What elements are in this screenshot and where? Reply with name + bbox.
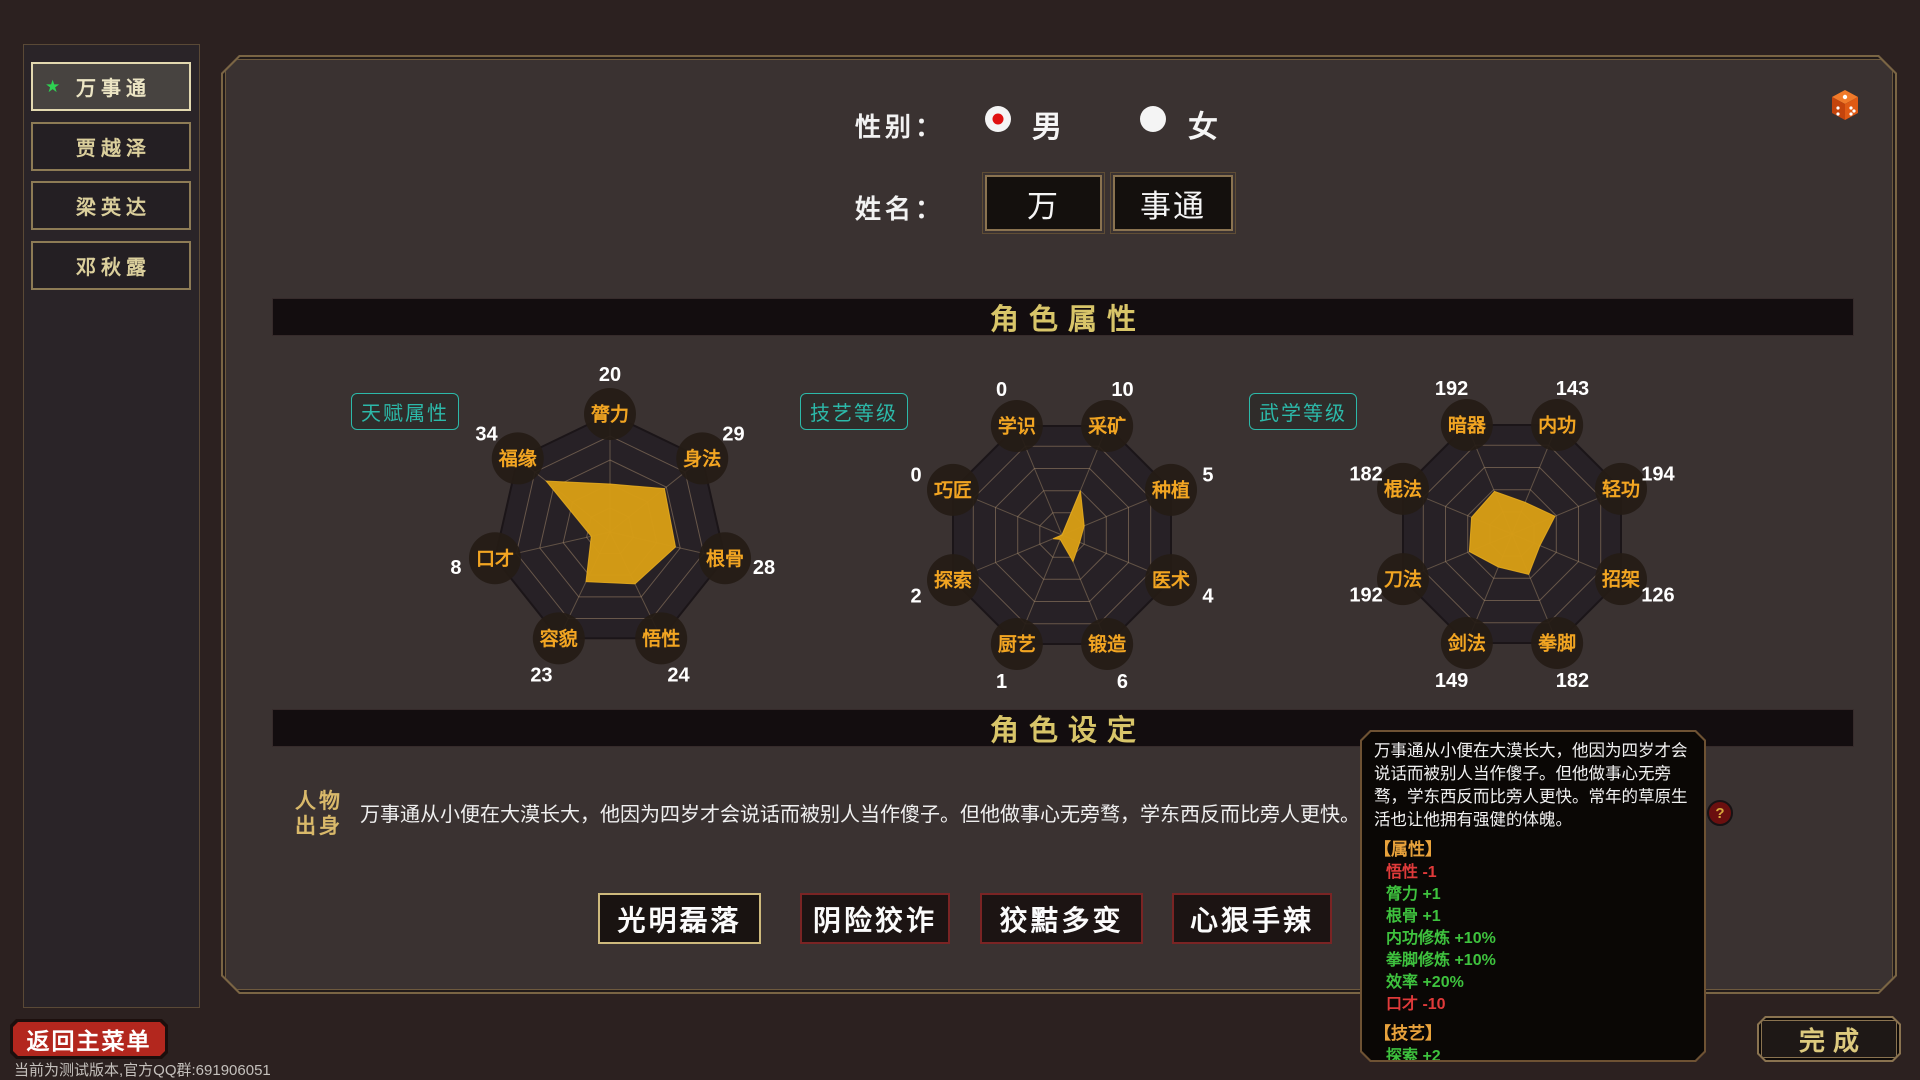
origin-label: 人物出身: [295, 789, 343, 839]
radar-axis-label: 巧匠: [934, 479, 972, 501]
radar-axis-value: 23: [530, 664, 552, 686]
radar-axis-value: 192: [1349, 584, 1382, 606]
radar-axis-label: 棍法: [1384, 477, 1422, 500]
done-button[interactable]: 完成: [1757, 1016, 1901, 1062]
radar-axis-value: 29: [722, 423, 744, 445]
female-radio[interactable]: [1140, 106, 1166, 132]
character-name: 贾越泽: [71, 132, 151, 161]
radar-axis-value: 143: [1556, 378, 1589, 400]
radar-axis-label: 厨艺: [998, 634, 1036, 656]
radar-axis-label: 剑法: [1447, 632, 1486, 655]
attribute-modifier: 效率 +20%: [1374, 972, 1692, 994]
surname-input[interactable]: 万: [985, 175, 1102, 231]
given-name-value: 事通: [1140, 181, 1206, 226]
radar-axis-label: 医术: [1152, 570, 1190, 592]
gender-label: 性别：: [855, 107, 945, 144]
radar-axis-label: 容貌: [540, 627, 578, 650]
radar-axis-label: 刀法: [1384, 568, 1422, 591]
randomize-dice-icon[interactable]: [1828, 88, 1862, 122]
radar-axis-value: 4: [1202, 585, 1214, 607]
radar-axis-value: 5: [1202, 465, 1213, 487]
radar-axis-label: 福缘: [498, 447, 537, 470]
radar-axis-value: 182: [1556, 670, 1589, 692]
tooltip-attributes-title: 【属性】: [1374, 838, 1692, 862]
radar-axis-value: 2: [910, 585, 921, 607]
personality-button-upright[interactable]: 光明磊落: [598, 893, 761, 944]
version-text: 当前为测试版本,官方QQ群:691906051: [14, 1059, 271, 1080]
help-icon[interactable]: ?: [1707, 800, 1733, 826]
radar-axis-value: 0: [996, 379, 1007, 401]
character-tooltip-panel: 万事通从小便在大漠长大，他因为四岁才会说话而被别人当作傻子。但他做事心无旁骛，学…: [1360, 730, 1706, 1062]
skill-modifier: 探索 +2: [1374, 1046, 1692, 1068]
radar-axis-label: 悟性: [642, 627, 680, 650]
radar-axis-value: 149: [1435, 670, 1468, 692]
character-name: 邓秋露: [71, 251, 151, 280]
radar-axis-value: 24: [667, 664, 690, 686]
personality-button-cunning[interactable]: 狡黠多变: [980, 893, 1143, 944]
radar-axis-label: 膂力: [591, 403, 629, 426]
radar-axis-value: 10: [1111, 379, 1133, 401]
character-sidebar: ★ 万事通 贾越泽 梁英达 邓秋露: [23, 44, 200, 1008]
surname-value: 万: [1027, 181, 1060, 226]
attribute-modifier: 膂力 +1: [1374, 884, 1692, 906]
attribute-modifier: 根骨 +1: [1374, 906, 1692, 928]
radar-axis-value: 6: [1117, 671, 1128, 693]
radar-axis-value: 28: [753, 557, 775, 579]
radar-axis-value: 194: [1641, 464, 1675, 486]
tooltip-description: 万事通从小便在大漠长大，他因为四岁才会说话而被别人当作傻子。但他做事心无旁骛，学…: [1374, 740, 1692, 832]
attribute-modifier: 悟性 -1: [1374, 862, 1692, 884]
radar-axis-value: 0: [910, 465, 921, 487]
tooltip-skills-title: 【技艺】: [1374, 1022, 1692, 1046]
character-creation-screen: ★ 万事通 贾越泽 梁英达 邓秋露 性别： 男 女 姓名： 万 事通: [0, 0, 1920, 1080]
radar-chart-crafts: 学识 0 采矿 10 种植 5 医术 4 锻造 6 厨艺 1 探索 2 巧匠 0: [862, 335, 1262, 735]
personality-button-sinister[interactable]: 阴险狡诈: [800, 893, 950, 944]
martial-levels-tag: 武学等级: [1249, 393, 1357, 430]
radar-axis-label: 种植: [1151, 478, 1190, 501]
attributes-section-header: 角色属性: [272, 298, 1854, 336]
character-name: 万事通: [71, 72, 151, 101]
radar-chart-talent: 膂力 20 身法29 根骨 28 悟性 24 容貌 23 口才 8 福缘34: [410, 332, 810, 732]
radar-chart-martial: 暗器192内功143轻功194招架126拳脚182剑法149刀法192棍法182: [1312, 334, 1712, 734]
radio-selected-dot: [993, 114, 1004, 125]
radar-axis-value: 192: [1435, 378, 1468, 400]
attribute-modifier: 内功修炼 +10%: [1374, 928, 1692, 950]
personality-button-ruthless[interactable]: 心狠手辣: [1172, 893, 1332, 944]
radar-axis-label: 根骨: [706, 547, 744, 570]
radar-axis-value: 1: [996, 671, 1007, 693]
selected-star-icon: ★: [45, 77, 60, 97]
radar-axis-label: 口才: [476, 547, 514, 570]
sidebar-item-character-1[interactable]: ★ 万事通: [31, 62, 191, 111]
radar-axis-label: 暗器: [1448, 413, 1487, 436]
radar-axis-label: 轻功: [1602, 477, 1640, 500]
radar-axis-value: 126: [1641, 584, 1674, 606]
radar-axis-label: 探索: [934, 569, 972, 592]
male-radio[interactable]: [985, 106, 1011, 132]
radar-axis-value: 8: [450, 557, 461, 579]
radar-axis-value: 182: [1349, 464, 1382, 486]
radar-axis-label: 学识: [998, 414, 1036, 437]
sidebar-item-character-2[interactable]: 贾越泽: [31, 122, 191, 171]
radar-axis-label: 拳脚: [1537, 632, 1576, 655]
radar-axis-label: 身法: [683, 447, 721, 470]
male-label[interactable]: 男: [1032, 102, 1062, 146]
radar-axis-label: 采矿: [1088, 414, 1126, 437]
character-name: 梁英达: [71, 191, 151, 220]
attribute-modifier: 口才 -10: [1374, 994, 1692, 1016]
attribute-modifier: 拳脚修炼 +10%: [1374, 950, 1692, 972]
radar-axis-label: 内功: [1538, 413, 1576, 436]
craft-levels-tag: 技艺等级: [800, 393, 908, 430]
sidebar-item-character-3[interactable]: 梁英达: [31, 181, 191, 230]
given-name-input[interactable]: 事通: [1113, 175, 1233, 231]
female-label[interactable]: 女: [1188, 102, 1218, 146]
sidebar-item-character-4[interactable]: 邓秋露: [31, 241, 191, 290]
radar-axis-value: 20: [599, 364, 621, 386]
name-label: 姓名：: [855, 189, 945, 226]
radar-axis-label: 招架: [1602, 568, 1640, 591]
talent-attributes-tag: 天赋属性: [351, 393, 459, 430]
radar-axis-value: 34: [475, 423, 498, 445]
radar-axis-label: 锻造: [1088, 633, 1127, 656]
back-to-main-menu-button[interactable]: 返回主菜单: [10, 1019, 168, 1059]
